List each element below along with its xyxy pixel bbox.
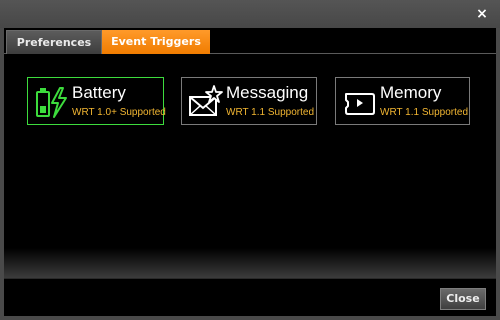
- memory-title: Memory: [380, 83, 442, 102]
- memory-card-icon: [345, 93, 375, 115]
- battery-support: WRT 1.0+ Supported: [72, 107, 166, 118]
- close-x-icon[interactable]: ×: [474, 6, 490, 22]
- memory-support: WRT 1.1 Supported: [380, 107, 469, 118]
- tab-bar: Preferences Event Triggers: [4, 28, 496, 54]
- bottom-gradient: [4, 248, 496, 278]
- title-bar: ×: [0, 0, 500, 28]
- envelope-star-icon: [189, 85, 223, 116]
- tab-preferences[interactable]: Preferences: [6, 30, 102, 54]
- messaging-title: Messaging: [226, 83, 309, 102]
- event-triggers-panel: Battery WRT 1.0+ Supported Messaging WRT…: [4, 55, 496, 275]
- memory-trigger[interactable]: Memory WRT 1.1 Supported: [335, 77, 470, 125]
- tab-event-triggers[interactable]: Event Triggers: [102, 30, 210, 54]
- battery-title: Battery: [72, 83, 126, 102]
- battery-charging-icon: [36, 87, 67, 118]
- battery-trigger[interactable]: Battery WRT 1.0+ Supported: [27, 77, 166, 125]
- messaging-trigger[interactable]: Messaging WRT 1.1 Supported: [181, 77, 317, 125]
- messaging-support: WRT 1.1 Supported: [226, 107, 315, 118]
- close-button[interactable]: Close: [440, 288, 486, 310]
- dialog-footer: Close: [4, 278, 496, 316]
- dialog-window: Preferences Event Triggers Battery WRT 1…: [4, 28, 496, 316]
